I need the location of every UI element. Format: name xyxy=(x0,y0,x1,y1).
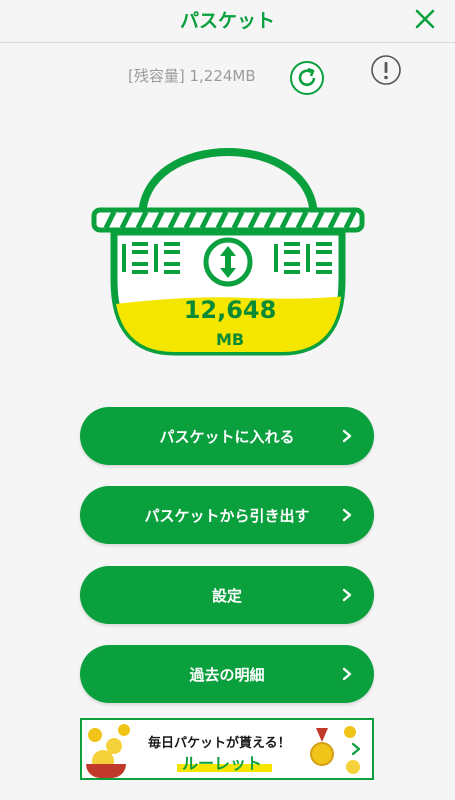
chevron-right-icon xyxy=(342,429,352,443)
banner-line2: ルーレット xyxy=(182,754,263,773)
coin-icon xyxy=(344,726,356,738)
history-button-label: 過去の明細 xyxy=(189,665,265,684)
chevron-right-icon xyxy=(342,508,352,522)
settings-button[interactable]: 設定 xyxy=(80,566,374,624)
remaining-capacity: [残容量] 1,224MB xyxy=(128,67,256,85)
basket-value: 12,648 xyxy=(183,296,277,324)
banner-line1: 毎日パケットが貰える！ xyxy=(148,736,291,751)
deposit-button-label: パスケットに入れる xyxy=(159,427,295,446)
chevron-right-icon xyxy=(342,667,352,681)
basket-icon xyxy=(86,764,126,778)
roulette-banner[interactable]: 毎日パケットが貰える！ ルーレット xyxy=(80,718,374,780)
settings-button-label: 設定 xyxy=(211,586,242,605)
coin-icon xyxy=(88,728,102,742)
withdraw-button-label: パスケットから引き出す xyxy=(144,506,310,525)
withdraw-button[interactable]: パスケットから引き出す xyxy=(80,486,374,544)
chevron-right-icon xyxy=(342,588,352,602)
header: パスケット xyxy=(0,0,455,43)
coin-icon xyxy=(118,724,130,736)
close-icon[interactable] xyxy=(411,5,439,33)
page-title: パスケット xyxy=(179,10,275,32)
coin-icon xyxy=(346,760,360,774)
refresh-icon[interactable] xyxy=(289,60,325,96)
history-button[interactable]: 過去の明細 xyxy=(80,645,374,703)
info-icon[interactable] xyxy=(370,54,402,86)
chevron-right-icon xyxy=(351,742,361,756)
basket-unit: MB xyxy=(215,330,245,349)
deposit-button[interactable]: パスケットに入れる xyxy=(80,407,374,465)
medal-icon xyxy=(310,728,334,766)
